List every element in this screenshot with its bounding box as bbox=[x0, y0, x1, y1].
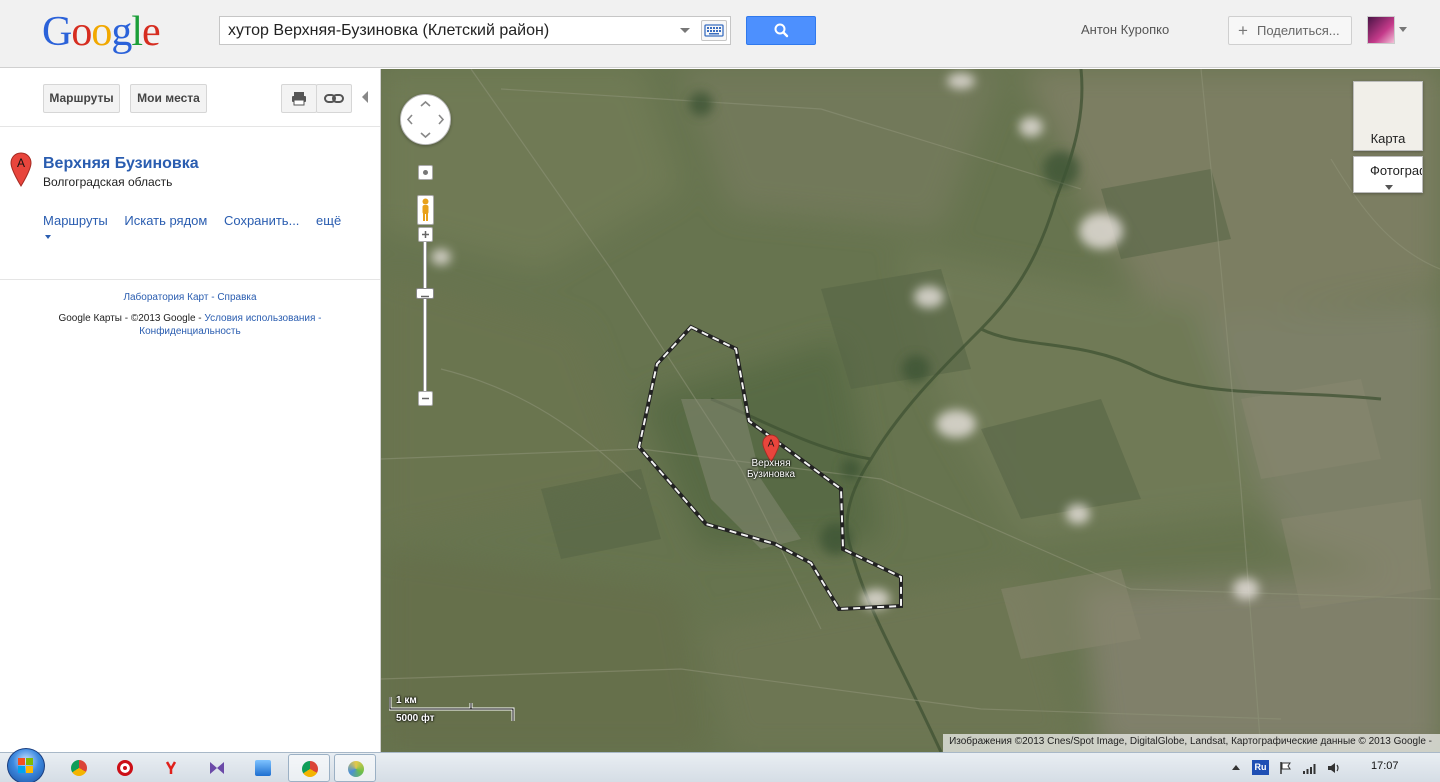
map-place-label-line2: Бузиновка bbox=[746, 469, 796, 480]
maps-labs-link[interactable]: Лаборатория Карт bbox=[123, 292, 208, 303]
routes-link[interactable]: Маршруты bbox=[43, 213, 108, 228]
zoom-control bbox=[415, 165, 435, 415]
panel-toolbar: Маршруты Мои места bbox=[0, 69, 380, 127]
map-place-label: Верхняя Бузиновка bbox=[741, 458, 801, 480]
taskbar-opera[interactable] bbox=[104, 754, 146, 782]
taskbar-app-bow[interactable] bbox=[196, 754, 238, 782]
zoom-slider-track[interactable] bbox=[423, 242, 427, 394]
minus-icon bbox=[422, 397, 429, 400]
top-bar: Google Антон Куропко + Поделиться... bbox=[0, 0, 1440, 68]
scale-metric-label: 1 км bbox=[396, 695, 417, 706]
yandex-icon bbox=[165, 761, 177, 774]
printer-icon bbox=[292, 92, 306, 106]
map-type-satellite-label: Фотография bbox=[1370, 163, 1422, 178]
pegman-icon[interactable] bbox=[417, 195, 434, 225]
caret-down-icon[interactable] bbox=[1385, 185, 1393, 190]
chrome-icon bbox=[302, 761, 318, 777]
dropdown-arrow-icon[interactable] bbox=[678, 23, 692, 37]
zoom-out-button[interactable] bbox=[418, 391, 433, 406]
map-canvas[interactable]: Карта Фотография A Верхняя Бузиновка 1 к… bbox=[381, 69, 1440, 752]
share-label: Поделиться... bbox=[1257, 23, 1340, 38]
satellite-imagery bbox=[381, 69, 1440, 752]
scale-imperial-label: 5000 фт bbox=[396, 713, 435, 724]
footer-separator: - bbox=[315, 313, 322, 324]
pan-control[interactable] bbox=[400, 94, 451, 145]
routes-button[interactable]: Маршруты bbox=[43, 84, 120, 113]
map-type-map-label: Карта bbox=[1370, 131, 1406, 146]
link-button[interactable] bbox=[316, 84, 352, 113]
language-indicator[interactable]: Ru bbox=[1252, 760, 1269, 775]
palette-icon bbox=[348, 761, 364, 777]
search-icon bbox=[774, 23, 789, 38]
left-panel: Маршруты Мои места A Верхняя Бузиновка В… bbox=[0, 69, 381, 752]
clock[interactable]: 17:07 bbox=[1371, 760, 1399, 772]
handle-grip-icon bbox=[421, 295, 429, 298]
save-link[interactable]: Сохранить... bbox=[224, 213, 299, 228]
opera-icon bbox=[117, 760, 133, 776]
panel-footer: Лаборатория Карт - Справка Google Карты … bbox=[0, 291, 380, 338]
my-places-button[interactable]: Мои места bbox=[130, 84, 207, 113]
more-label: ещё bbox=[316, 213, 342, 228]
bowtie-icon bbox=[210, 762, 224, 774]
taskbar-yandex[interactable] bbox=[150, 754, 192, 782]
dot-icon bbox=[423, 170, 428, 175]
windows-logo-icon bbox=[18, 758, 33, 773]
avatar[interactable] bbox=[1367, 16, 1395, 44]
map-type-map-button[interactable]: Карта bbox=[1353, 81, 1423, 151]
zoom-reset-button[interactable] bbox=[418, 165, 433, 180]
taskbar-chrome-active[interactable] bbox=[288, 754, 330, 782]
search-result: A Верхняя Бузиновка Волгоградская област… bbox=[0, 128, 380, 280]
zoom-in-button[interactable] bbox=[418, 227, 433, 242]
share-button[interactable]: + Поделиться... bbox=[1228, 16, 1352, 45]
footer-separator: - bbox=[208, 292, 218, 303]
google-logo[interactable]: Google bbox=[42, 8, 161, 56]
action-center-flag-icon[interactable] bbox=[1279, 761, 1293, 775]
marker-letter: A bbox=[17, 156, 25, 170]
search-box bbox=[219, 16, 731, 45]
plus-icon: + bbox=[1238, 21, 1248, 40]
place-title[interactable]: Верхняя Бузиновка bbox=[43, 155, 199, 173]
app-icon bbox=[255, 760, 271, 776]
caret-down-icon[interactable] bbox=[1399, 27, 1407, 32]
map-attribution: Изображения ©2013 Cnes/Spot Image, Digit… bbox=[943, 734, 1440, 752]
taskbar-chrome[interactable] bbox=[58, 754, 100, 782]
show-hidden-icons-icon[interactable] bbox=[1232, 765, 1240, 770]
network-icon[interactable] bbox=[1302, 761, 1318, 775]
link-icon bbox=[324, 94, 344, 103]
map-marker-icon[interactable]: A bbox=[10, 152, 32, 188]
collapse-panel-icon[interactable] bbox=[362, 91, 368, 103]
map-place-label-line1: Верхняя bbox=[751, 458, 791, 469]
chrome-icon bbox=[71, 760, 87, 776]
place-actions: Маршруты Искать рядом Сохранить... ещё bbox=[43, 213, 380, 243]
user-name[interactable]: Антон Куропко bbox=[1081, 22, 1169, 37]
terms-link[interactable]: Условия использования bbox=[204, 313, 315, 324]
volume-icon[interactable] bbox=[1326, 761, 1342, 775]
map-type-satellite-button[interactable]: Фотография bbox=[1353, 156, 1423, 193]
zoom-slider-handle[interactable] bbox=[416, 288, 434, 299]
privacy-link[interactable]: Конфиденциальность bbox=[139, 326, 240, 337]
search-input[interactable] bbox=[220, 17, 675, 44]
taskbar-app-blue[interactable] bbox=[242, 754, 284, 782]
place-region: Волгоградская область bbox=[43, 175, 173, 189]
search-nearby-link[interactable]: Искать рядом bbox=[124, 213, 207, 228]
taskbar: Ru 17:07 bbox=[0, 748, 1440, 782]
plus-icon bbox=[422, 231, 429, 238]
start-button[interactable] bbox=[7, 748, 45, 782]
scale-bar: 1 км 5000 фт bbox=[389, 695, 515, 725]
keyboard-button[interactable] bbox=[701, 20, 727, 41]
copyright-text: Google Карты - ©2013 Google - bbox=[58, 313, 205, 324]
caret-down-icon bbox=[45, 234, 51, 239]
taskbar-app-palette[interactable] bbox=[334, 754, 376, 782]
help-link[interactable]: Справка bbox=[217, 292, 256, 303]
keyboard-icon bbox=[704, 24, 724, 37]
pan-arrows-icon bbox=[406, 100, 445, 139]
search-button[interactable] bbox=[746, 16, 816, 45]
print-button[interactable] bbox=[281, 84, 317, 113]
marker-letter: A bbox=[768, 439, 775, 450]
